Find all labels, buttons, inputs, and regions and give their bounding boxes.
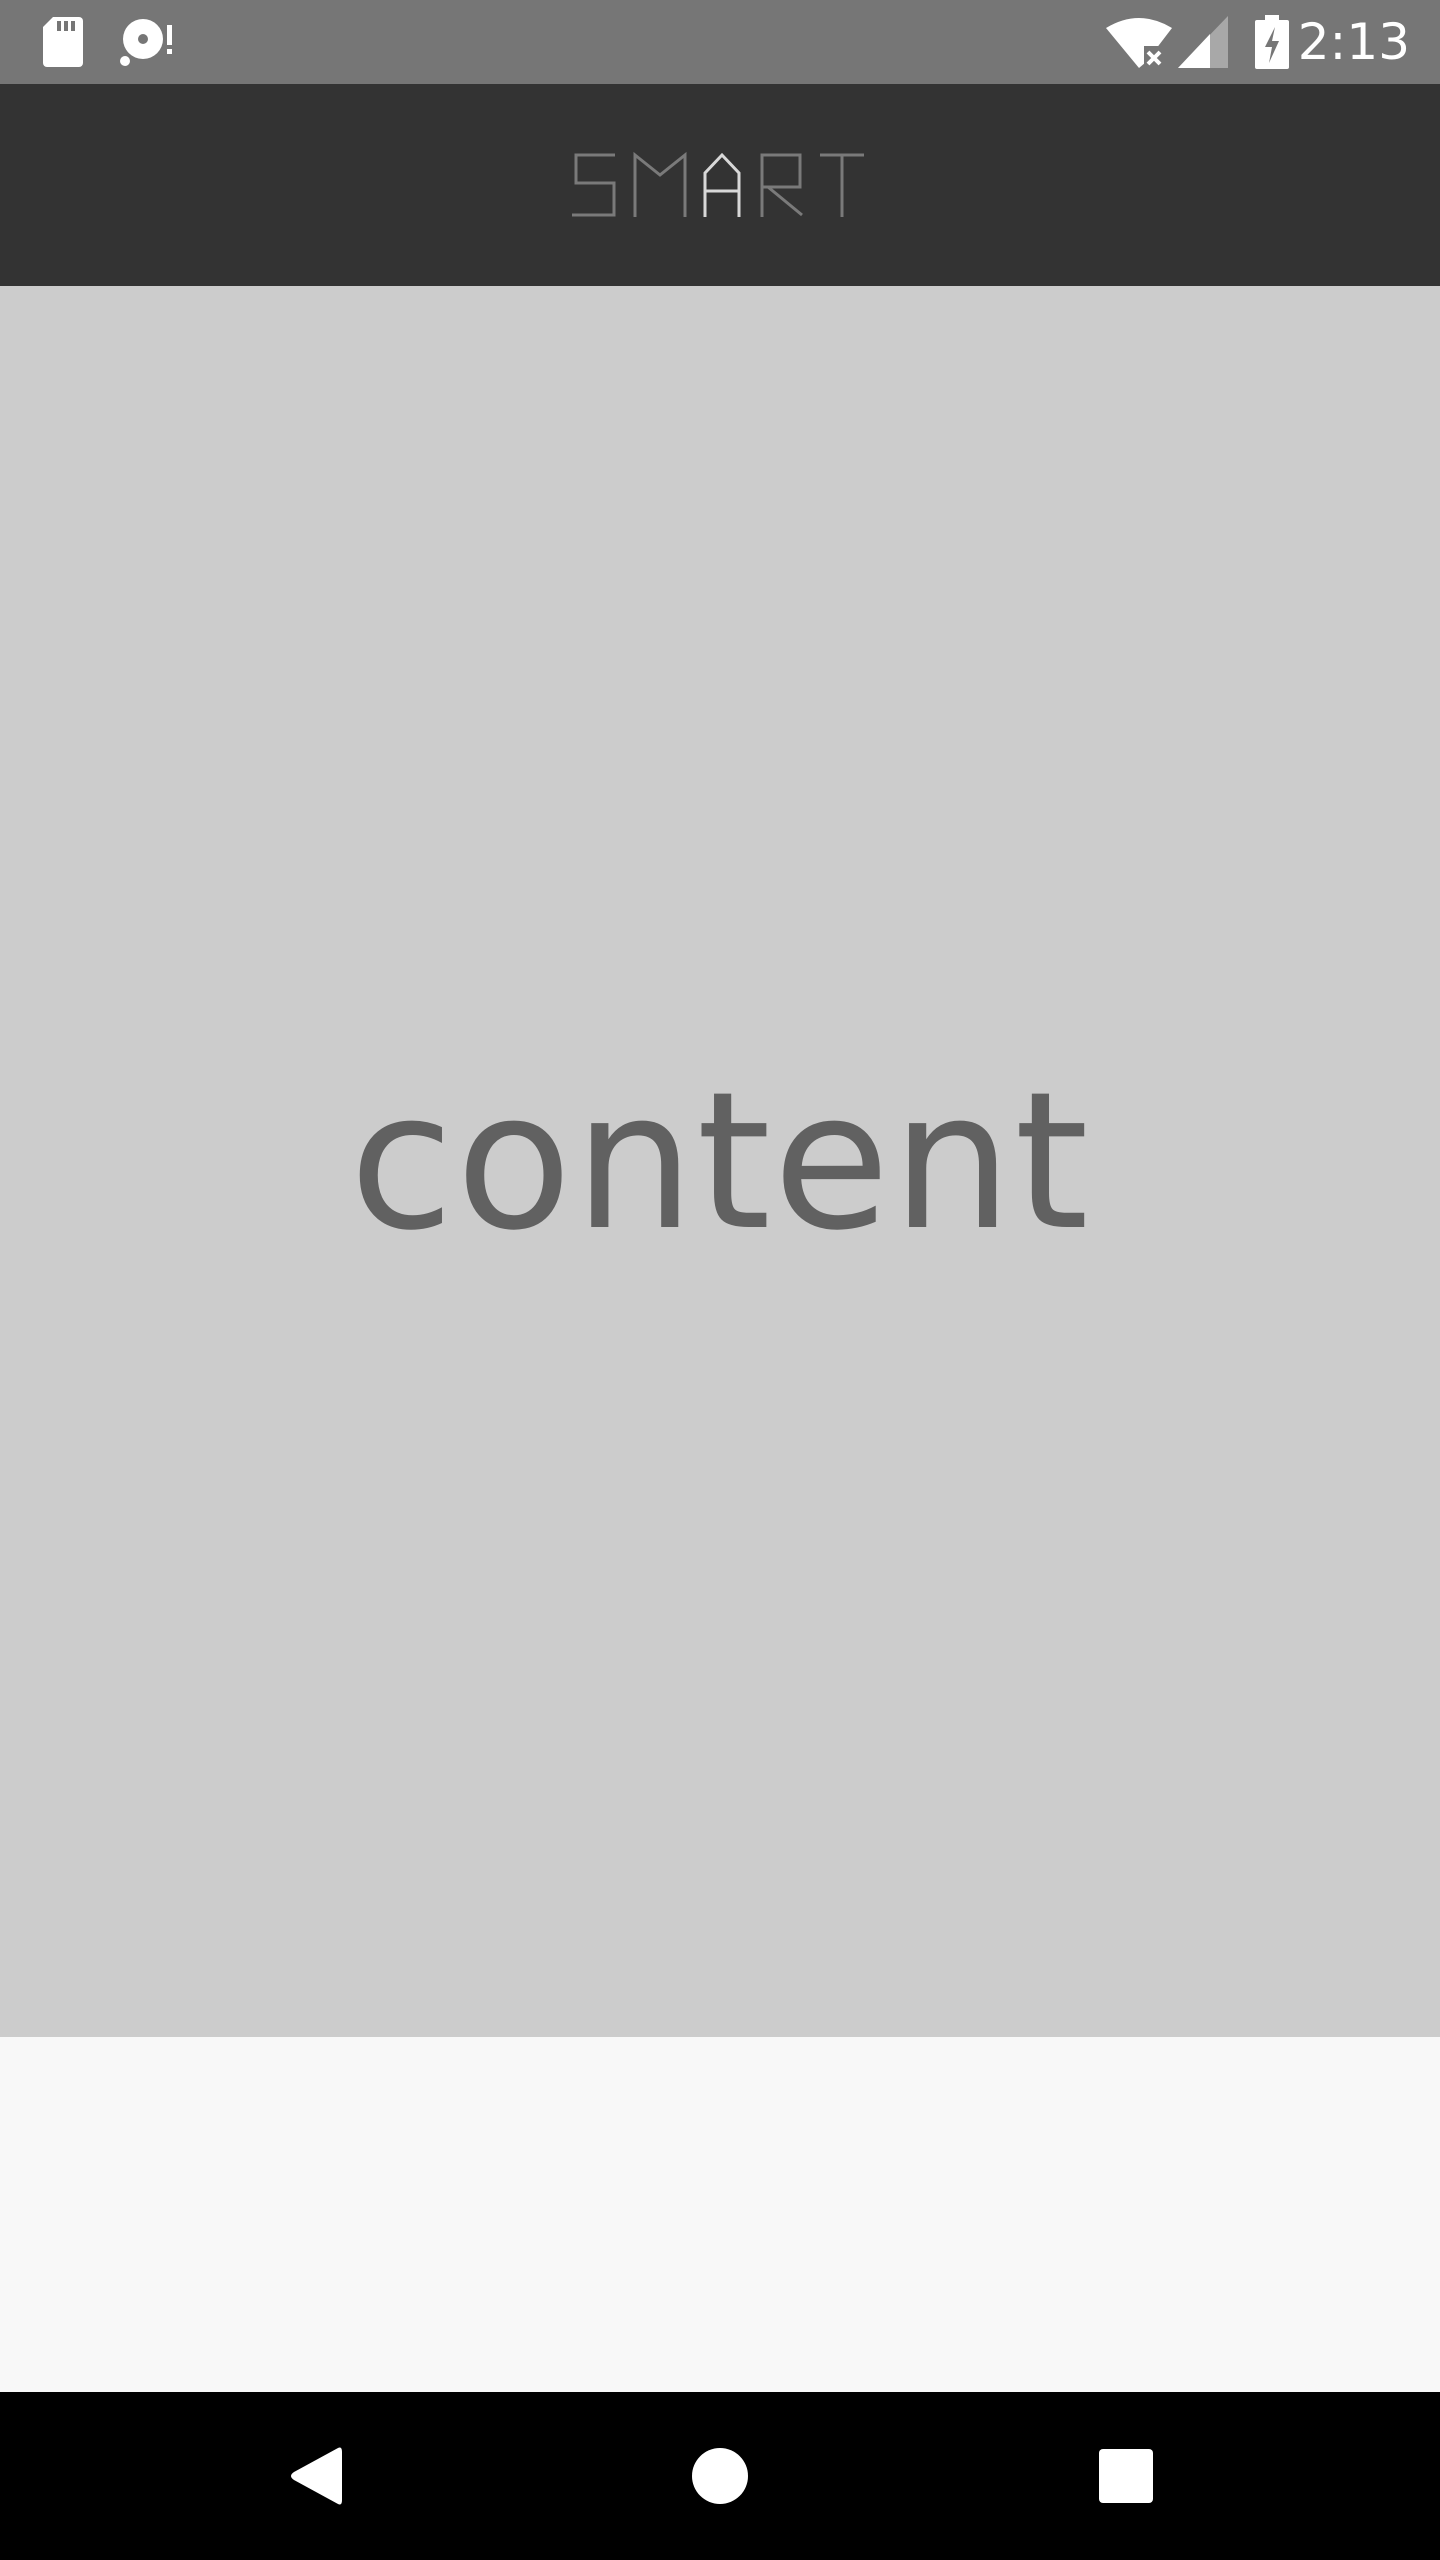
recents-icon	[1099, 2449, 1153, 2503]
content-area: content	[0, 286, 1440, 2037]
recents-button[interactable]	[1026, 2392, 1226, 2560]
wifi-off-icon	[1106, 0, 1172, 84]
home-icon	[692, 2448, 748, 2504]
status-bar: 2:13	[0, 0, 1440, 84]
smart-logo	[570, 145, 870, 225]
content-label: content	[349, 1051, 1091, 1272]
bottom-area	[0, 2037, 1440, 2392]
screen: 2:13 SMART content	[0, 0, 1440, 2560]
disc-alert-icon	[118, 0, 178, 84]
sd-card-icon	[40, 0, 86, 84]
navigation-bar	[0, 2392, 1440, 2560]
home-button[interactable]	[620, 2392, 820, 2560]
back-button[interactable]	[215, 2392, 415, 2560]
app-bar: SMART	[0, 84, 1440, 286]
back-icon	[291, 2447, 342, 2505]
cell-signal-icon	[1178, 0, 1228, 84]
status-time: 2:13	[1297, 13, 1410, 71]
battery-charging-icon	[1254, 0, 1290, 84]
